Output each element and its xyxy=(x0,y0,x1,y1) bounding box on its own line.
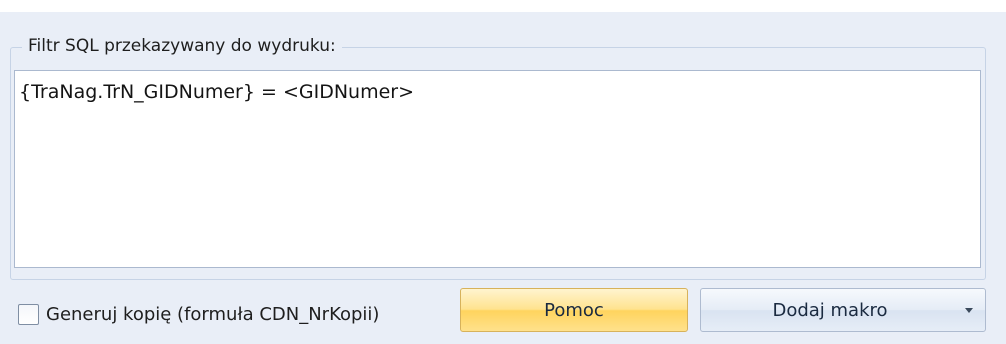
add-macro-button-label: Dodaj makro xyxy=(772,299,888,321)
help-button[interactable]: Pomoc xyxy=(460,288,688,332)
sql-filter-textarea[interactable]: {TraNag.TrN_GIDNumer} = <GIDNumer> xyxy=(14,70,981,268)
help-button-label: Pomoc xyxy=(544,299,604,321)
add-macro-button[interactable]: Dodaj makro xyxy=(700,288,986,332)
generate-copy-label: Generuj kopię (formuła CDN_NrKopii) xyxy=(46,303,380,325)
generate-copy-checkbox[interactable]: Generuj kopię (formuła CDN_NrKopii) xyxy=(18,298,379,330)
checkbox-box[interactable] xyxy=(18,303,39,325)
print-filter-panel: Filtr SQL przekazywany do wydruku: {TraN… xyxy=(0,0,1006,344)
chevron-down-icon[interactable] xyxy=(965,308,973,313)
sql-filter-legend: Filtr SQL przekazywany do wydruku: xyxy=(22,35,342,57)
